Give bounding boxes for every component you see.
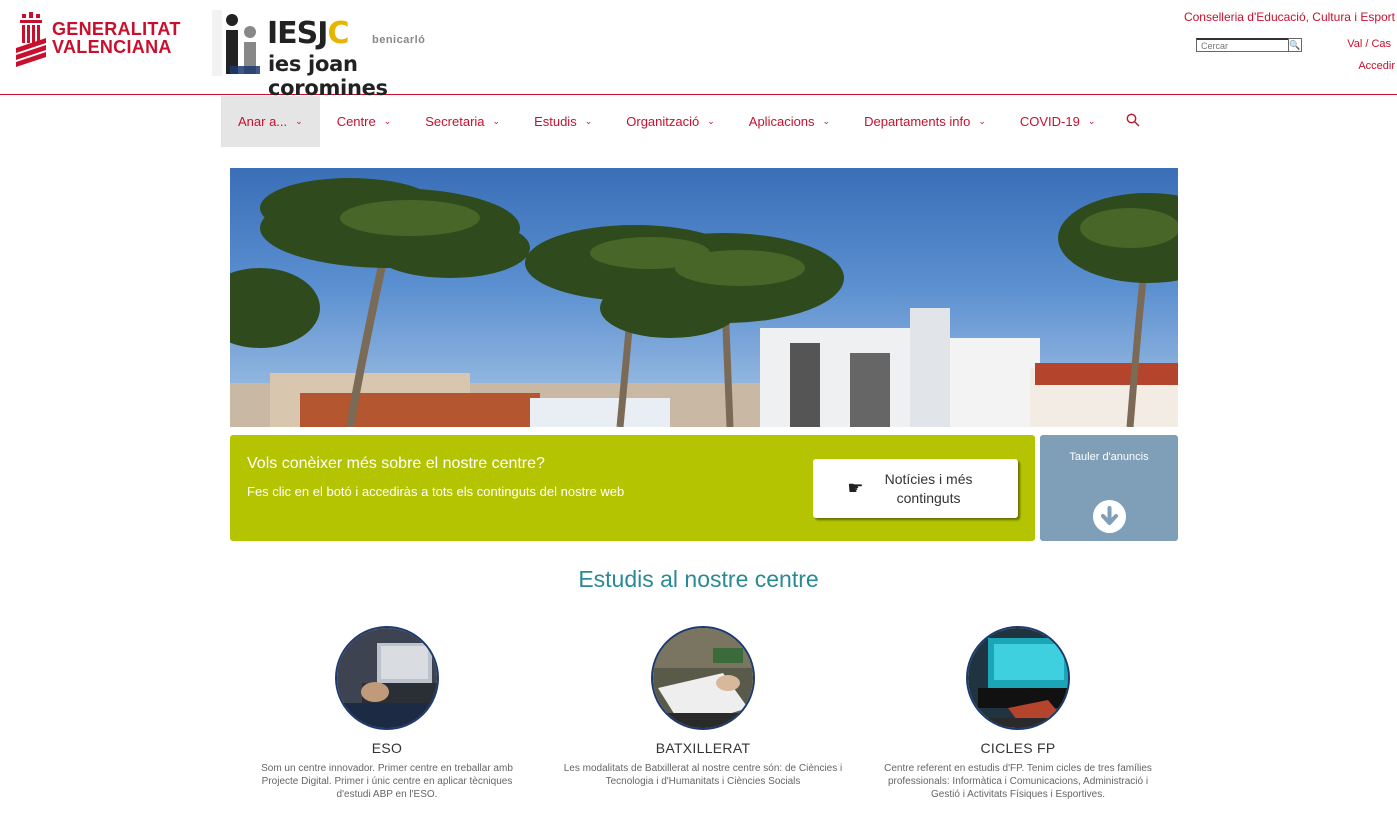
study-photo <box>337 628 437 728</box>
school-emblem-icon <box>212 10 260 76</box>
arrow-down-circle-icon <box>1093 500 1126 533</box>
chevron-down-icon: ⌄ <box>978 116 986 126</box>
main-nav: Anar a... ⌄ Centre ⌄ Secretaria ⌄ Estudis ⌄ … <box>221 96 1154 147</box>
study-image-eso <box>335 626 439 730</box>
generalitat-line1: GENERALITAT <box>52 19 181 39</box>
study-image-batxillerat <box>651 626 755 730</box>
nav-item-label: Organització <box>626 114 700 129</box>
info-banner: Vols conèixer més sobre el nostre centre… <box>230 435 1035 541</box>
generalitat-wordmark: GENERALITAT VALENCIANA <box>52 20 181 56</box>
school-logo[interactable]: IESJC benicarló ies joan coromines <box>212 10 472 100</box>
search-icon <box>1126 113 1140 127</box>
nav-item-label: Estudis <box>534 114 577 129</box>
nav-item-secretaria[interactable]: Secretaria ⌄ <box>408 96 517 147</box>
study-photo <box>653 628 753 728</box>
hero-image <box>230 168 1178 427</box>
nav-search-button[interactable] <box>1112 113 1154 130</box>
nav-item-label: Aplicacions <box>748 114 815 129</box>
study-name: CICLES FP <box>980 740 1056 756</box>
hero-photo <box>230 178 1178 427</box>
top-search: 🔍 <box>1196 38 1304 52</box>
nav-item-anar-a[interactable]: Anar a... ⌄ <box>221 96 320 147</box>
site-header: GENERALITAT VALENCIANA IESJC benicarló i… <box>0 0 1397 100</box>
language-switch[interactable]: Val / Cas <box>1347 38 1391 50</box>
nav-item-organitzacio[interactable]: Organització ⌄ <box>609 96 732 147</box>
news-button-label: Notícies i més continguts <box>884 470 973 506</box>
chevron-down-icon: ⌄ <box>492 116 501 126</box>
nav-item-label: Anar a... <box>238 114 288 129</box>
chevron-down-icon: ⌄ <box>707 116 715 126</box>
study-description: Les modalitats de Batxillerat al nostre … <box>563 763 843 787</box>
notice-board-button[interactable]: Tauler d'anuncis <box>1040 435 1178 541</box>
login-link[interactable]: Accedir <box>1358 60 1395 72</box>
notice-board-label: Tauler d'anuncis <box>1069 451 1149 463</box>
chevron-down-icon: ⌄ <box>1087 116 1096 126</box>
top-search-button[interactable]: 🔍 <box>1288 38 1302 52</box>
conselleria-link[interactable]: Conselleria d'Educació, Cultura i Esport <box>1184 10 1395 24</box>
study-description: Som un centre innovador. Primer centre e… <box>261 763 513 800</box>
study-description: Centre referent en estudis d'FP. Tenim c… <box>884 763 1152 800</box>
nav-item-aplicacions[interactable]: Aplicacions ⌄ <box>732 96 847 147</box>
study-eso[interactable]: ESO Som un centre innovador. Primer cent… <box>237 626 537 801</box>
search-icon: 🔍 <box>1289 40 1301 50</box>
nav-item-departaments[interactable]: Departaments info ⌄ <box>847 96 1003 147</box>
nav-item-covid[interactable]: COVID-19 ⌄ <box>1003 96 1113 147</box>
school-subtitle: ies joan coromines <box>268 52 388 100</box>
studies-title: Estudis al nostre centre <box>578 566 819 592</box>
top-search-input[interactable] <box>1196 38 1288 52</box>
nav-item-label: Departaments info <box>864 114 971 129</box>
study-image-cicles-fp <box>966 626 1070 730</box>
school-town: benicarló <box>372 34 426 46</box>
nav-item-label: Secretaria <box>425 114 485 129</box>
nav-item-estudis[interactable]: Estudis ⌄ <box>517 96 609 147</box>
study-photo <box>968 628 1068 728</box>
study-name: ESO <box>371 740 403 756</box>
nav-item-centre[interactable]: Centre ⌄ <box>320 96 409 147</box>
school-title: IESJC <box>267 16 349 51</box>
study-name: BATXILLERAT <box>655 740 751 756</box>
generalitat-logo[interactable]: GENERALITAT VALENCIANA <box>16 12 180 68</box>
chevron-down-icon: ⌄ <box>295 116 303 126</box>
banner-text: Fes clic en el botó i accediràs a tots e… <box>247 484 625 499</box>
news-button[interactable]: ☛ Notícies i més continguts <box>813 459 1018 518</box>
chevron-down-icon: ⌄ <box>383 116 392 126</box>
generalitat-emblem-icon <box>16 12 46 67</box>
chevron-down-icon: ⌄ <box>822 116 831 126</box>
pointing-hand-icon: ☛ <box>847 478 864 498</box>
nav-item-label: COVID-19 <box>1019 114 1080 129</box>
generalitat-line2: VALENCIANA <box>52 37 172 57</box>
chevron-down-icon: ⌄ <box>584 116 593 126</box>
study-batxillerat[interactable]: BATXILLERAT Les modalitats de Batxillera… <box>553 626 853 788</box>
study-cicles-fp[interactable]: CICLES FP Centre referent en estudis d'F… <box>868 626 1168 801</box>
banner-question: Vols conèixer més sobre el nostre centre… <box>247 455 545 472</box>
nav-item-label: Centre <box>336 114 376 129</box>
